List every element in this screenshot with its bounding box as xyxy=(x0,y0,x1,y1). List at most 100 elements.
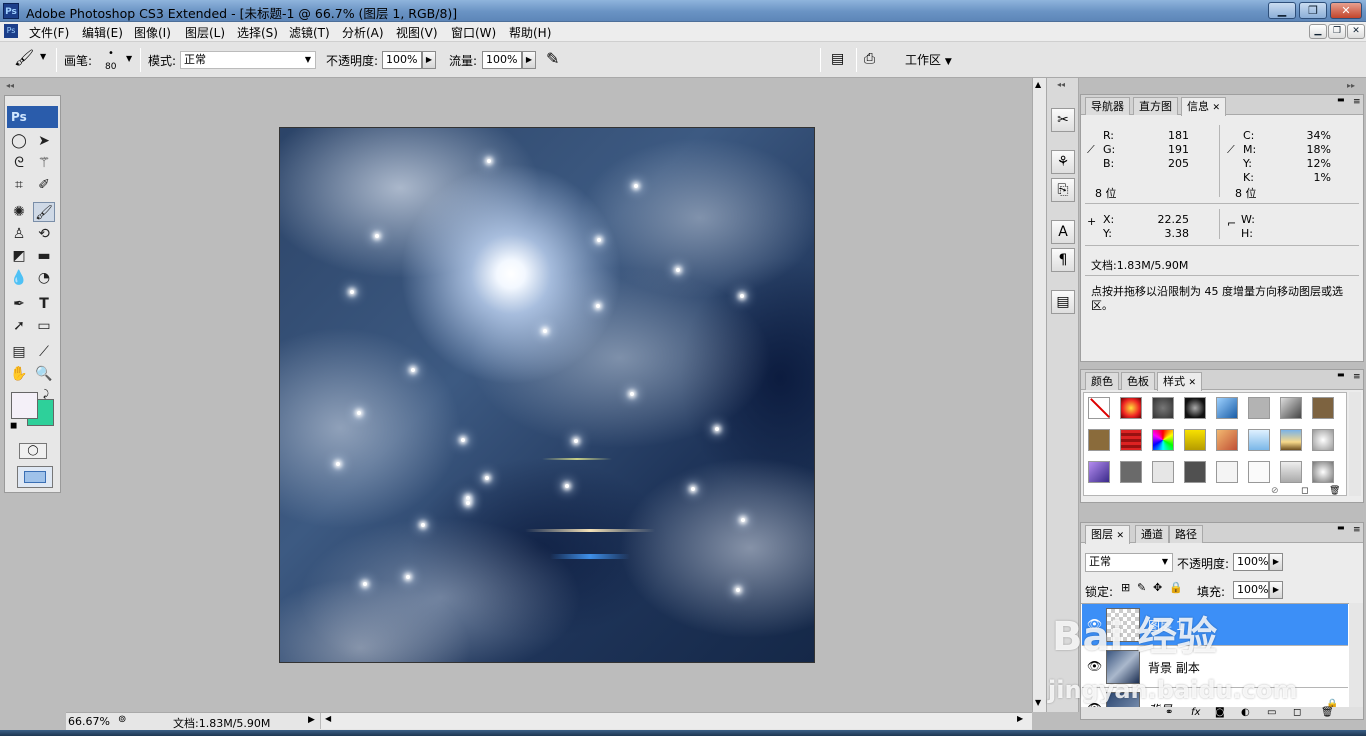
zoom-icon[interactable]: 🔍 xyxy=(33,364,55,384)
quick-mask-icon[interactable]: ◯ xyxy=(19,443,47,459)
tab-paths[interactable]: 路径 xyxy=(1169,525,1203,543)
workspace-button[interactable]: 工作区 ▼ xyxy=(905,51,952,68)
style-none-swatch[interactable] xyxy=(1088,397,1110,419)
magic-wand-icon[interactable]: ⚚ xyxy=(33,153,55,173)
tab-layers[interactable]: 图层 ✕ xyxy=(1085,525,1131,544)
opacity-input[interactable]: 100% xyxy=(382,51,422,69)
new-group-icon[interactable]: ▭ xyxy=(1267,707,1276,718)
close-button[interactable]: ✕ xyxy=(1330,2,1362,19)
tab-styles[interactable]: 样式 ✕ xyxy=(1157,372,1203,391)
doc-minimize-button[interactable]: ▁ xyxy=(1309,24,1327,39)
mode-select[interactable]: 正常 ▼ xyxy=(180,51,316,69)
panel-menu-icon[interactable]: ≡ xyxy=(1353,525,1361,535)
type-icon[interactable]: T xyxy=(33,294,55,314)
style-swatch[interactable] xyxy=(1152,461,1174,483)
menu-window[interactable]: 窗口(W) xyxy=(451,24,496,41)
layer-opacity-slider-button[interactable]: ▶ xyxy=(1269,553,1283,571)
strip-collapse-icon[interactable]: ◂◂ xyxy=(1057,80,1065,89)
menu-filter[interactable]: 滤镜(T) xyxy=(289,24,330,41)
style-swatch[interactable] xyxy=(1280,429,1302,451)
style-swatch[interactable] xyxy=(1312,429,1334,451)
style-swatch[interactable] xyxy=(1088,461,1110,483)
tab-color[interactable]: 颜色 xyxy=(1085,372,1119,390)
eyedropper-icon[interactable]: ⟋ xyxy=(33,342,55,362)
status-menu-arrow-icon[interactable]: ▶ xyxy=(308,715,315,725)
tab-close-icon[interactable]: ✕ xyxy=(1213,103,1221,113)
layers-scrollbar[interactable] xyxy=(1349,603,1363,707)
menu-view[interactable]: 视图(V) xyxy=(396,24,438,41)
zoom-level[interactable]: 66.67% xyxy=(68,715,110,728)
styles-scrollbar[interactable] xyxy=(1349,392,1361,496)
zoom-icon-status[interactable]: ⊚ xyxy=(118,714,126,725)
vertical-scrollbar[interactable]: ▲ ▼ xyxy=(1032,78,1046,712)
lock-all-icon[interactable]: 🔒 xyxy=(1169,581,1183,594)
eyedropper-cmyk-icon[interactable]: ⟋ xyxy=(1227,143,1235,157)
tab-info[interactable]: 信息 ✕ xyxy=(1181,97,1227,116)
tools-preset-icon[interactable]: ✂ xyxy=(1051,108,1075,132)
fill-slider-button[interactable]: ▶ xyxy=(1269,581,1283,599)
layer-opacity-input[interactable]: 100% xyxy=(1233,553,1269,571)
style-swatch[interactable] xyxy=(1312,397,1334,419)
new-layer-icon[interactable]: ◻ xyxy=(1293,707,1301,718)
brush-tool-preset-icon[interactable]: 🖌 xyxy=(14,48,34,67)
blend-mode-select[interactable]: 正常 ▼ xyxy=(1085,553,1173,572)
style-swatch[interactable] xyxy=(1152,397,1174,419)
swap-colors-icon[interactable]: ⤸ xyxy=(43,389,49,400)
delete-style-icon[interactable]: 🗑 xyxy=(1329,486,1340,496)
flow-input[interactable]: 100% xyxy=(482,51,522,69)
restore-button[interactable]: ❐ xyxy=(1299,2,1327,19)
shape-icon[interactable]: ▭ xyxy=(33,316,55,336)
screen-mode-icon[interactable] xyxy=(17,466,53,488)
opacity-slider-button[interactable]: ▶ xyxy=(422,51,436,69)
slice-icon[interactable]: ✐ xyxy=(33,175,55,195)
doc-restore-button[interactable]: ❐ xyxy=(1328,24,1346,39)
image-canvas[interactable] xyxy=(279,127,815,663)
gradient-icon[interactable]: ▬ xyxy=(33,246,55,266)
path-select-icon[interactable]: ➚ xyxy=(8,316,30,336)
menu-help[interactable]: 帮助(H) xyxy=(509,24,551,41)
move-icon[interactable]: ➤ xyxy=(33,131,55,151)
eraser-icon[interactable]: ◩ xyxy=(8,246,30,266)
style-swatch[interactable] xyxy=(1248,429,1270,451)
menu-image[interactable]: 图像(I) xyxy=(134,24,171,41)
style-swatch[interactable] xyxy=(1248,461,1270,483)
clear-style-icon[interactable]: ⊘ xyxy=(1271,486,1279,496)
new-style-icon[interactable]: ◻ xyxy=(1301,486,1308,496)
link-layers-icon[interactable]: ⚭ xyxy=(1165,707,1173,718)
paragraph-icon[interactable]: ¶ xyxy=(1051,248,1075,272)
lock-position-icon[interactable]: ✥ xyxy=(1153,581,1162,594)
menu-analysis[interactable]: 分析(A) xyxy=(342,24,384,41)
style-swatch[interactable] xyxy=(1120,461,1142,483)
panel-minimize-icon[interactable]: ▬ xyxy=(1337,370,1345,379)
style-swatch[interactable] xyxy=(1280,397,1302,419)
panel-minimize-icon[interactable]: ▬ xyxy=(1337,523,1345,532)
scroll-right-icon[interactable]: ▶ xyxy=(1017,714,1023,723)
style-swatch[interactable] xyxy=(1152,429,1174,451)
bridge-icon[interactable]: ⎙ xyxy=(864,51,875,67)
palette-toggle-icon[interactable]: ▤ xyxy=(831,51,844,67)
scroll-left-icon[interactable]: ◀ xyxy=(325,714,331,723)
eyedropper-rgb-icon[interactable]: ⟋ xyxy=(1087,143,1095,157)
style-swatch[interactable] xyxy=(1280,461,1302,483)
airbrush-icon[interactable]: ✎ xyxy=(546,49,559,68)
dodge-icon[interactable]: ◔ xyxy=(33,268,55,288)
crop-icon[interactable]: ⌗ xyxy=(8,175,30,195)
tab-channels[interactable]: 通道 xyxy=(1135,525,1169,543)
brushes-icon[interactable]: ⚘ xyxy=(1051,150,1075,174)
style-swatch[interactable] xyxy=(1088,429,1110,451)
scroll-up-icon[interactable]: ▲ xyxy=(1035,80,1041,89)
clone-source-icon[interactable]: ⎘ xyxy=(1051,178,1075,202)
style-swatch[interactable] xyxy=(1312,461,1334,483)
layer-style-icon[interactable]: fx xyxy=(1191,707,1200,718)
notes-icon[interactable]: ▤ xyxy=(8,342,30,362)
ps-menu-icon[interactable]: Ps xyxy=(4,24,18,38)
scroll-down-icon[interactable]: ▼ xyxy=(1035,698,1041,707)
layer-comps-icon[interactable]: ▤ xyxy=(1051,290,1075,314)
style-swatch[interactable] xyxy=(1184,461,1206,483)
style-swatch[interactable] xyxy=(1184,429,1206,451)
dock-expand-icon[interactable]: ▸▸ xyxy=(1347,81,1355,90)
foreground-color-swatch[interactable] xyxy=(11,392,38,419)
tab-swatches[interactable]: 色板 xyxy=(1121,372,1155,390)
tab-histogram[interactable]: 直方图 xyxy=(1133,97,1178,115)
delete-layer-icon[interactable]: 🗑 xyxy=(1321,707,1334,718)
